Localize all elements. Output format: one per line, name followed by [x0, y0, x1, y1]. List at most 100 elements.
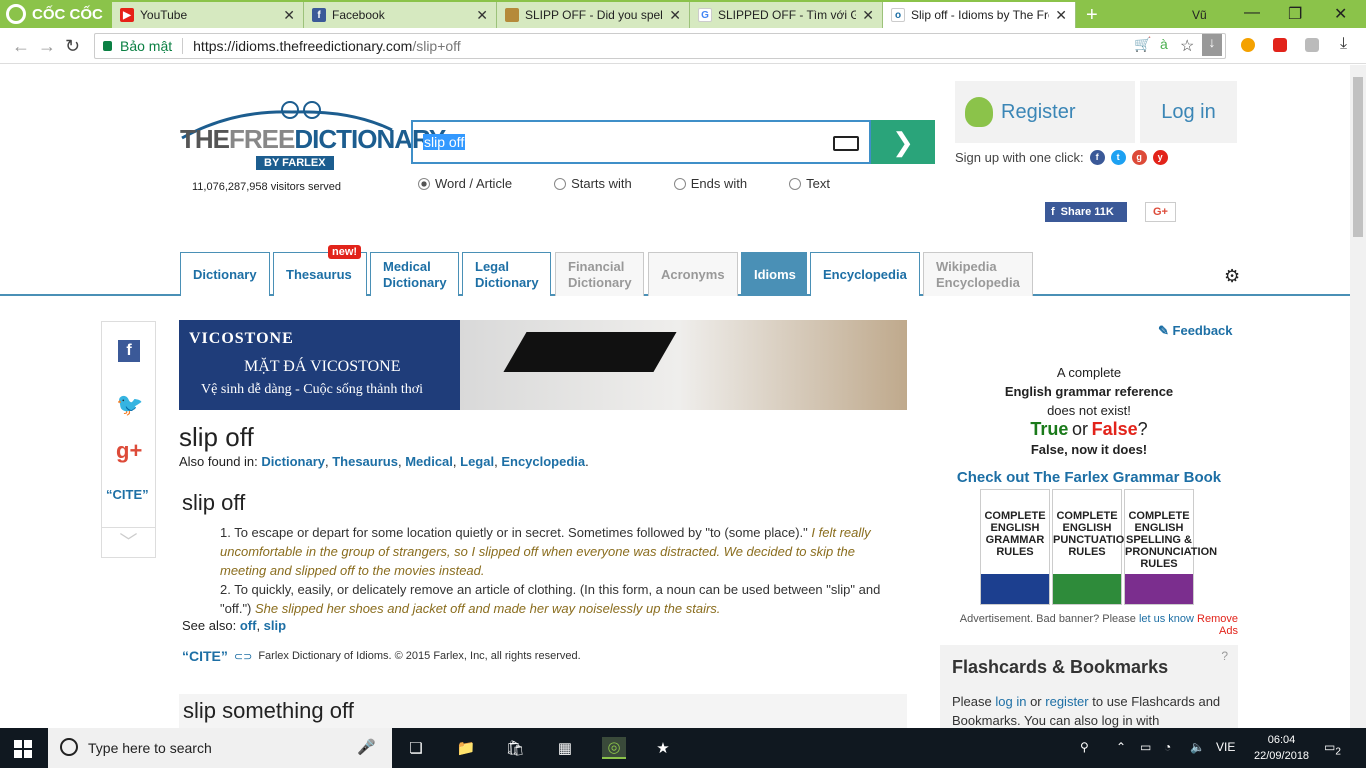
facebook-share-icon[interactable]: f — [118, 340, 140, 362]
gplus-share-icon[interactable]: g+ — [116, 438, 142, 464]
chevron-down-icon[interactable]: ﹀ — [102, 527, 155, 557]
cite-button[interactable]: “CITE” — [106, 487, 149, 502]
tray-chevron-icon[interactable]: ⌃ — [1116, 740, 1126, 754]
url-field[interactable]: Bảo mật https://idioms.thefreedictionary… — [94, 33, 1226, 59]
coccoc-taskbar-icon[interactable]: ◎ — [602, 737, 626, 759]
tab-wikipedia-encyclopedia[interactable]: Wikipedia Encyclopedia — [923, 252, 1033, 296]
also-found-link[interactable]: Medical — [405, 454, 453, 469]
window-close-icon[interactable]: ✕ — [1334, 4, 1347, 24]
search-go-button[interactable]: ❯ — [871, 120, 935, 164]
twitter-login-icon[interactable]: t — [1110, 150, 1126, 165]
site-logo[interactable]: THEFREEDICTIONARY BY FARLEX — [172, 100, 446, 172]
notification-icon[interactable]: ▭2 — [1324, 740, 1341, 757]
windows-start-icon[interactable] — [14, 740, 32, 758]
radio-dot[interactable] — [789, 177, 802, 190]
store-icon[interactable]: 🛍 — [503, 737, 527, 759]
see-also-link[interactable]: slip — [264, 618, 286, 633]
profile-name[interactable]: Vũ — [1192, 8, 1207, 22]
twitter-share-icon[interactable]: 🐦 — [116, 392, 143, 418]
app-icon[interactable]: ▦ — [553, 737, 577, 759]
radio-dot[interactable] — [554, 177, 567, 190]
reload-icon[interactable]: ↻ — [65, 36, 80, 57]
taskbar-search-input[interactable]: Type here to search 🎤 — [48, 728, 392, 768]
keyboard-icon[interactable] — [833, 136, 859, 151]
translate-icon[interactable]: à — [1160, 36, 1168, 52]
cart-icon[interactable]: 🛒 — [1134, 36, 1151, 53]
also-found-link[interactable]: Dictionary — [261, 454, 325, 469]
forward-icon[interactable]: → — [38, 36, 56, 57]
report-ad-link[interactable]: let us know — [1139, 613, 1194, 625]
minimize-icon[interactable]: — — [1244, 4, 1260, 22]
ad-banner[interactable]: VICOSTONE MẶT ĐÁ VICOSTONE Vệ sinh dễ dà… — [179, 320, 907, 410]
browser-tab-facebook[interactable]: f Facebook ✕ — [304, 2, 497, 28]
radio-starts-with[interactable]: Starts with — [554, 176, 632, 191]
extension-chrome-icon[interactable] — [1241, 38, 1255, 52]
close-tab-icon[interactable]: ✕ — [669, 7, 681, 24]
remove-ads-link[interactable]: Remove Ads — [1197, 613, 1238, 637]
grammar-books-image[interactable]: COMPLETE ENGLISH GRAMMAR RULES COMPLETE … — [980, 489, 1217, 609]
radio-text[interactable]: Text — [789, 176, 830, 191]
entry-heading: slip off — [182, 490, 246, 515]
login-button[interactable]: Log in — [1140, 81, 1237, 143]
page-scrollbar[interactable] — [1350, 65, 1366, 728]
people-icon[interactable]: ⚲ — [1080, 740, 1089, 754]
also-found-link[interactable]: Legal — [460, 454, 494, 469]
tab-idioms[interactable]: Idioms — [741, 252, 807, 296]
radio-dot[interactable] — [418, 177, 430, 190]
yahoo-login-icon[interactable]: y — [1152, 150, 1168, 165]
language-indicator[interactable]: VIE — [1216, 740, 1235, 754]
radio-dot[interactable] — [673, 177, 686, 190]
radio-word-article[interactable]: Word / Article — [418, 176, 512, 191]
tab-financial-dictionary[interactable]: Financial Dictionary — [555, 252, 644, 296]
tab-dictionary[interactable]: Dictionary — [180, 252, 270, 296]
browser-tab-youtube[interactable]: ▶ YouTube ✕ — [112, 2, 304, 28]
extension-shield-icon[interactable] — [1273, 38, 1287, 52]
back-icon[interactable]: ← — [12, 36, 30, 57]
download-page-icon[interactable]: ↓ — [1202, 34, 1222, 56]
facebook-share-button[interactable]: f Share 11K — [1045, 202, 1127, 222]
file-explorer-icon[interactable]: 📁 — [454, 737, 478, 759]
google-login-icon[interactable]: g — [1131, 150, 1147, 165]
microphone-icon[interactable]: 🎤 — [357, 738, 376, 756]
close-tab-icon[interactable]: ✕ — [283, 7, 295, 24]
taskbar-clock[interactable]: 06:04 22/09/2018 — [1254, 732, 1309, 764]
feedback-link[interactable]: ✎ Feedback — [1158, 323, 1233, 339]
extension-grey-icon[interactable] — [1305, 38, 1319, 52]
tab-acronyms[interactable]: Acronyms — [648, 252, 738, 296]
tab-legal-dictionary[interactable]: Legal Dictionary — [462, 252, 551, 296]
downloads-icon[interactable]: ⤓ — [1340, 35, 1347, 53]
browser-tab-google[interactable]: G SLIPPED OFF - Tìm với Goo ✕ — [690, 2, 883, 28]
coccoc-menu-button[interactable]: CỐC CỐC — [0, 0, 112, 28]
cite-link[interactable]: “CITE” — [182, 648, 228, 664]
flashcards-register-link[interactable]: register — [1045, 694, 1088, 709]
windows-taskbar: Type here to search 🎤 ❏ 📁 🛍 ▦ ◎ ★ ⚲ ⌃ ▭ … — [0, 728, 1366, 768]
browser-tab-idioms[interactable]: o Slip off - Idioms by The Fre ✕ — [883, 2, 1076, 28]
help-icon[interactable]: ? — [1221, 649, 1228, 663]
register-button[interactable]: Register — [955, 81, 1135, 143]
volume-icon[interactable]: 🔈 — [1190, 740, 1205, 754]
close-tab-icon[interactable]: ✕ — [1055, 7, 1067, 24]
battery-icon[interactable]: ▭ — [1140, 740, 1151, 754]
restore-icon[interactable]: ❐ — [1288, 4, 1302, 24]
wifi-icon[interactable]: ◔ — [1164, 740, 1171, 754]
search-input[interactable]: slip off — [411, 120, 871, 164]
tab-medical-dictionary[interactable]: Medical Dictionary — [370, 252, 459, 296]
also-found-link[interactable]: Thesaurus — [332, 454, 398, 469]
task-view-icon[interactable]: ❏ — [404, 737, 428, 759]
facebook-login-icon[interactable]: f — [1089, 150, 1105, 165]
app2-icon[interactable]: ★ — [651, 737, 675, 759]
close-tab-icon[interactable]: ✕ — [862, 7, 874, 24]
close-tab-icon[interactable]: ✕ — [476, 7, 488, 24]
gear-icon[interactable]: ⚙ — [1224, 266, 1240, 287]
grammar-book-link[interactable]: Check out The Farlex Grammar Book — [940, 469, 1238, 486]
bookmark-star-icon[interactable]: ☆ — [1180, 36, 1194, 56]
radio-ends-with[interactable]: Ends with — [673, 176, 747, 191]
gplus-share-button[interactable]: G+ — [1145, 202, 1176, 222]
also-found-link[interactable]: Encyclopedia — [501, 454, 585, 469]
browser-tab-slipp-off[interactable]: SLIPP OFF - Did you spell i ✕ — [497, 2, 690, 28]
see-also-link[interactable]: off — [240, 618, 257, 633]
scroll-thumb[interactable] — [1353, 77, 1363, 237]
flashcards-login-link[interactable]: log in — [995, 694, 1026, 709]
new-tab-button[interactable]: + — [1086, 4, 1098, 27]
tab-encyclopedia[interactable]: Encyclopedia — [810, 252, 920, 296]
